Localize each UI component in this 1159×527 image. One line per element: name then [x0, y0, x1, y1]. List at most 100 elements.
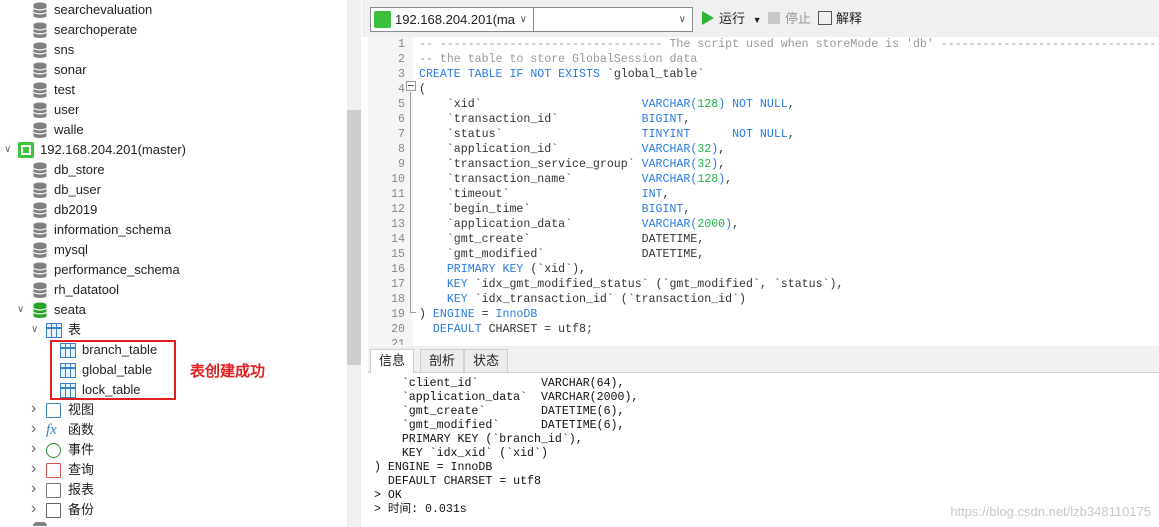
database-select[interactable]: ∨ — [533, 7, 693, 32]
chevron-right-icon[interactable]: › — [31, 501, 41, 517]
tree-item-label: searchoperate — [54, 22, 138, 37]
tree-item-database[interactable]: db_store — [0, 160, 340, 180]
code-token: `xid` — [419, 98, 642, 111]
chevron-right-icon[interactable]: › — [31, 421, 41, 437]
output-line: > 时间: 0.031s — [374, 503, 467, 516]
tree-item-label: 函数 — [68, 422, 95, 437]
connection-select[interactable]: 192.168.204.201(ma ∨ — [370, 7, 534, 32]
tree-item-database[interactable]: rh_datatool — [0, 280, 340, 300]
output-line: > OK — [374, 489, 402, 502]
tab-info[interactable]: 信息 — [370, 349, 415, 374]
line-number: 21 — [391, 338, 405, 345]
run-button[interactable]: 运行 ▼ — [702, 10, 762, 28]
database-icon — [33, 82, 47, 98]
database-icon — [33, 182, 47, 198]
caret-down-icon: ▼ — [752, 15, 762, 25]
tree-folder[interactable]: 视图 › — [0, 400, 340, 420]
code-token: , — [725, 173, 733, 186]
database-icon-partial — [33, 522, 47, 526]
tab-profile[interactable]: 剖析 — [420, 349, 465, 373]
code-token: ENGINE — [432, 308, 475, 321]
output-line: `application_data` VARCHAR(2000), — [374, 391, 639, 404]
code-line: PRIMARY KEY (`xid`), — [419, 262, 586, 277]
tree-folder[interactable]: 报表 › — [0, 480, 340, 500]
chevron-right-icon[interactable]: › — [31, 441, 41, 457]
sql-editor[interactable]: 1 -- -------------------------------- The… — [368, 37, 1159, 345]
code-token: VARCHAR( — [641, 158, 698, 171]
report-icon — [46, 483, 61, 498]
code-line: `gmt_modified` DATETIME, — [419, 247, 704, 262]
chevron-down-icon: ∨ — [519, 14, 527, 25]
code-token: `status` — [419, 128, 642, 141]
chevron-down-icon[interactable]: ∨ — [17, 305, 27, 315]
tree-item-label: searchevaluation — [54, 2, 153, 17]
tree-item-database[interactable]: test — [0, 80, 340, 100]
code-token: , — [683, 203, 691, 216]
database-icon — [33, 302, 47, 318]
tree-item-database[interactable]: sonar — [0, 60, 340, 80]
chevron-right-icon[interactable]: › — [31, 461, 41, 477]
tree-item-database-seata[interactable]: seata ∨ — [0, 300, 340, 320]
chevron-right-icon[interactable]: › — [31, 481, 41, 497]
tree-item-database[interactable]: mysql — [0, 240, 340, 260]
line-number: 16 — [391, 263, 405, 276]
database-icon — [33, 22, 47, 38]
chevron-right-icon[interactable]: › — [31, 401, 41, 417]
tree-item-database[interactable]: searchoperate — [0, 20, 340, 40]
tree-scrollbar[interactable] — [347, 0, 361, 527]
tree-item-database[interactable]: information_schema — [0, 220, 340, 240]
tree-folder[interactable]: 事件 › — [0, 440, 340, 460]
fold-line — [410, 92, 411, 312]
tree-item-label: information_schema — [54, 222, 172, 237]
tab-status[interactable]: 状态 — [464, 349, 509, 373]
line-number: 13 — [391, 218, 405, 231]
code-token: 32 — [697, 143, 712, 156]
code-token: 2000 — [697, 218, 726, 231]
fold-end — [410, 312, 416, 313]
code-line: CREATE TABLE IF NOT EXISTS `global_table… — [419, 67, 704, 82]
tree-folder[interactable]: 函数 › fx — [0, 420, 340, 440]
chevron-down-icon[interactable]: ∨ — [31, 325, 41, 335]
code-token: 128 — [697, 98, 719, 111]
tree-item-label: performance_schema — [54, 262, 180, 277]
tree-item-server[interactable]: 192.168.204.201(master) ∨ — [0, 140, 340, 160]
tree-item-database[interactable]: walle — [0, 120, 340, 140]
code-line: -- the table to store GlobalSession data — [419, 52, 697, 67]
fold-toggle-icon[interactable] — [406, 81, 416, 91]
database-icon — [33, 202, 47, 218]
code-token: `idx_gmt_modified_status` (`gmt_modified… — [474, 278, 844, 291]
tree-item-database[interactable]: sns — [0, 40, 340, 60]
database-icon — [33, 162, 47, 178]
tree-item-database[interactable]: searchevaluation — [0, 0, 340, 20]
tree-item-label: sns — [54, 42, 75, 57]
tree-folder[interactable]: 查询 › — [0, 460, 340, 480]
code-token: VARCHAR( — [641, 143, 698, 156]
tree-item-database[interactable]: user — [0, 100, 340, 120]
line-number: 12 — [391, 203, 405, 216]
tree-item-label: 查询 — [68, 462, 95, 477]
code-token: TINYINT NOT NULL — [641, 128, 788, 141]
code-line: KEY `idx_transaction_id` (`transaction_i… — [419, 292, 746, 307]
code-line: KEY `idx_gmt_modified_status` (`gmt_modi… — [419, 277, 844, 292]
stop-button[interactable]: 停止 — [768, 10, 811, 28]
line-number: 6 — [398, 113, 405, 126]
output-line: DEFAULT CHARSET = utf8 — [374, 475, 541, 488]
tree-item-database[interactable]: db_user — [0, 180, 340, 200]
tree-item-database[interactable]: db2019 — [0, 200, 340, 220]
database-icon — [33, 102, 47, 118]
line-number: 4 — [398, 83, 405, 96]
query-icon — [46, 463, 61, 478]
chevron-down-icon[interactable]: ∨ — [4, 145, 14, 155]
scrollbar-thumb[interactable] — [347, 110, 361, 365]
code-token: , — [718, 158, 726, 171]
code-line: `begin_time` BIGINT, — [419, 202, 691, 217]
event-clock-icon — [46, 443, 61, 458]
tree-folder[interactable]: 备份 › — [0, 500, 340, 520]
line-number: 11 — [391, 188, 405, 201]
output-line: KEY `idx_xid` (`xid`) — [374, 447, 548, 460]
tree-item-label: user — [54, 102, 80, 117]
explain-button[interactable]: 解释 — [818, 10, 862, 28]
code-line: ( — [419, 82, 426, 97]
tree-folder-tables[interactable]: 表 ∨ — [0, 320, 340, 340]
tree-item-database[interactable]: performance_schema — [0, 260, 340, 280]
